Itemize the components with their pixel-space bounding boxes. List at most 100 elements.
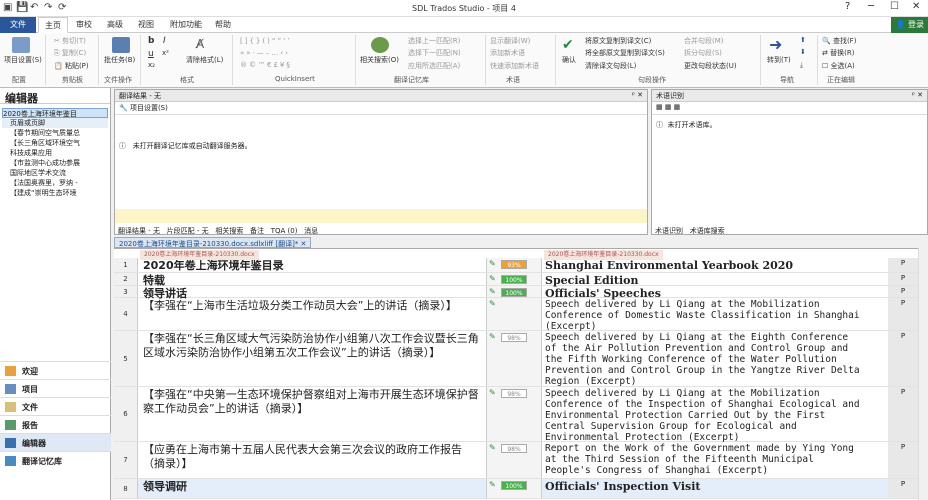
- nav-projects[interactable]: 项目: [0, 379, 111, 397]
- nav-up-icon[interactable]: ⬆: [800, 36, 806, 44]
- segment-row[interactable]: 8 领导调研 ✎ 100% Officials' Inspection Visit P: [114, 479, 918, 499]
- help-icon[interactable]: ?: [845, 1, 850, 12]
- nav-reports[interactable]: 报告: [0, 415, 111, 433]
- segment-row[interactable]: 3 领导讲话 ✎ 100% Officials' Speeches P: [114, 286, 918, 300]
- nav-editor[interactable]: 编辑器: [0, 433, 111, 451]
- tree-item[interactable]: 国际地区学术交流: [2, 168, 108, 178]
- nav-files[interactable]: 文件: [0, 397, 111, 415]
- tab-review[interactable]: 审校: [76, 19, 92, 30]
- target-segment[interactable]: Report on the Work of the Government mad…: [542, 442, 888, 477]
- translated-status-icon: ✎: [489, 287, 496, 296]
- batch-tasks-button[interactable]: 批任务(B): [104, 55, 135, 65]
- copy-button[interactable]: ⎘ 复制(C): [54, 48, 86, 58]
- editor-grid: 1 2020年卷上海环境年鉴目录 ✎ 93% Shanghai Environmenta…: [114, 248, 928, 500]
- term-toolbar-icons[interactable]: ▦ ▦ ▦: [656, 103, 680, 111]
- tab-help[interactable]: 帮助: [215, 19, 231, 30]
- cut-button[interactable]: ✂ 剪切(T): [54, 36, 86, 46]
- tab-term-recognition[interactable]: 术语识别: [655, 227, 683, 235]
- show-translation-button[interactable]: 显示翻译(W): [490, 36, 530, 46]
- next-match-button[interactable]: 选择下一匹配(N): [408, 48, 461, 58]
- document-tab[interactable]: 2020卷上海环境年鉴目录-210330.docx.sdlxliff [翻译]*…: [114, 237, 312, 248]
- tab-file[interactable]: 文件: [0, 17, 36, 33]
- tab-tqa[interactable]: TQA (0): [271, 227, 298, 235]
- tab-translation-results[interactable]: 翻译结果 - 无: [118, 227, 160, 235]
- tree-item[interactable]: 【长三角区域环境空气: [2, 138, 108, 148]
- clear-format-button[interactable]: 清除格式(L): [186, 55, 223, 65]
- source-segment: 【李强在“中央第一生态环境保护督察组对上海市开展生态环境保护督察工作动员会”上的…: [143, 388, 479, 415]
- target-segment[interactable]: Speech delivered by Li Qiang at the Mobi…: [542, 387, 888, 444]
- nav-bottom-icon[interactable]: ⤓: [800, 61, 803, 70]
- replace-button[interactable]: ⇄ 替换(R): [822, 48, 854, 58]
- target-segment[interactable]: Officials' Inspection Visit: [542, 479, 888, 494]
- copy-source-button[interactable]: 将原文复制到译文(C): [585, 36, 651, 46]
- vertical-scrollbar[interactable]: [918, 248, 928, 500]
- split-segment-button[interactable]: 拆分句段(S): [684, 48, 722, 58]
- translation-results-pane: 翻译结果 - 无 ᵖ ✕ 🔧 项目设置(S) ⓘ 未打开翻译记忆库或自动翻译服务器…: [114, 89, 648, 235]
- target-file-header: 2020卷上海环境年鉴目录-210330.docx: [544, 250, 663, 260]
- quickinsert-row3[interactable]: ®©™€£¥§: [240, 61, 292, 69]
- close-icon[interactable]: ✕: [912, 1, 920, 12]
- pin-icon[interactable]: ᵖ ✕: [632, 91, 643, 99]
- subscript-button[interactable]: x₂: [148, 61, 155, 69]
- tm-icon: [5, 456, 16, 466]
- italic-button[interactable]: I: [163, 36, 166, 46]
- tab-messages[interactable]: 消息: [304, 227, 318, 235]
- paste-button[interactable]: 📋 粘贴(P): [54, 61, 89, 71]
- tree-item[interactable]: 科技成果应用: [2, 148, 108, 158]
- tab-comments[interactable]: 备注: [250, 227, 264, 235]
- quickinsert-row1[interactable]: []{}()“”‘’: [240, 37, 292, 45]
- tab-fragment-matches[interactable]: 片段匹配 - 无: [167, 227, 209, 235]
- related-search-button[interactable]: 相关搜索(O): [360, 55, 399, 65]
- tab-view[interactable]: 视图: [138, 19, 154, 30]
- settings-icon[interactable]: 🔧: [119, 104, 128, 112]
- bold-button[interactable]: b: [148, 36, 154, 46]
- segment-row[interactable]: 6 【李强在“中央第一生态环境保护督察组对上海市开展生态环境保护督察工作动员会”上…: [114, 387, 918, 444]
- pane-title: 术语识别: [656, 92, 684, 100]
- target-segment[interactable]: Speech delivered by Li Qiang at the Eigh…: [542, 331, 888, 388]
- tab-advanced[interactable]: 高级: [107, 19, 123, 30]
- segment-row[interactable]: 4 【李强在“上海市生活垃圾分类工作动员大会”上的讲话（摘录）】 ✎ Speech d…: [114, 298, 918, 333]
- tree-item[interactable]: 【春节期间空气质量总: [2, 128, 108, 138]
- target-segment[interactable]: Speech delivered by Li Qiang at the Mobi…: [542, 298, 888, 333]
- add-term-button[interactable]: 添加新术语: [490, 48, 525, 58]
- nav-tm[interactable]: 翻译记忆库: [0, 451, 111, 469]
- quickinsert-row2[interactable]: «»·—–…‹›: [240, 49, 290, 57]
- confirm-icon: ✔: [562, 37, 574, 53]
- nav-down-icon[interactable]: ⬇: [800, 48, 806, 56]
- project-settings-link[interactable]: 项目设置(S): [130, 104, 168, 112]
- login-button[interactable]: 👤 登录: [891, 17, 928, 33]
- segment-row[interactable]: 5 【李强在“长三角区域大气污染防治协作小组第八次工作会议暨长三角区域水污染防治协…: [114, 331, 918, 387]
- tree-item[interactable]: 【市监测中心成功参展: [2, 158, 108, 168]
- target-segment[interactable]: Shanghai Environmental Yearbook 2020: [542, 258, 888, 273]
- segment-row[interactable]: 2 特载 ✎ 100% Special Edition P: [114, 273, 918, 287]
- clear-target-button[interactable]: 清除译文句段(L): [585, 61, 636, 71]
- quick-add-term-button[interactable]: 快速添加新术语: [490, 61, 539, 71]
- project-settings-button[interactable]: 项目设置(S): [4, 55, 42, 65]
- tab-concordance[interactable]: 相关搜索: [215, 227, 243, 235]
- tab-addins[interactable]: 附加功能: [170, 19, 202, 30]
- segment-row[interactable]: 7 【应勇在上海市第十五届人民代表大会第三次会议的政府工作报告（摘录）】 ✎ 98% R…: [114, 442, 918, 479]
- confirm-button[interactable]: 确认: [562, 55, 576, 65]
- apply-match-button[interactable]: 应用所选匹配(A): [408, 61, 460, 71]
- superscript-button[interactable]: x²: [162, 49, 169, 57]
- segment-row[interactable]: 1 2020年卷上海环境年鉴目录 ✎ 93% Shanghai Environmenta…: [114, 258, 918, 273]
- copy-all-source-button[interactable]: 将全部原文复制到译文(S): [585, 48, 665, 58]
- change-status-button[interactable]: 更改句段状态(U): [684, 61, 737, 71]
- tree-item[interactable]: 【法国奥赛里，罗纳 -: [2, 178, 108, 188]
- tab-home[interactable]: 主页: [38, 17, 68, 33]
- tab-termbase-search[interactable]: 术语库搜索: [690, 227, 725, 235]
- login-label: 登录: [908, 20, 924, 29]
- minimize-icon[interactable]: ─: [868, 1, 874, 12]
- merge-segments-button[interactable]: 合并句段(M): [684, 36, 724, 46]
- nav-welcome[interactable]: 欢迎: [0, 361, 111, 379]
- tree-item[interactable]: 2020卷上海环境年鉴目: [2, 108, 108, 118]
- prev-match-button[interactable]: 选择上一匹配(R): [408, 36, 460, 46]
- tree-item[interactable]: 【建成“崇明生态环境: [2, 188, 108, 198]
- goto-button[interactable]: 转到(T): [767, 55, 791, 65]
- pin-icon[interactable]: ᵖ ✕: [912, 91, 923, 99]
- select-all-button[interactable]: ☐ 全选(A): [822, 61, 855, 71]
- find-button[interactable]: 🔍 查找(F): [822, 36, 856, 46]
- underline-button[interactable]: u: [148, 49, 154, 59]
- tree-item[interactable]: 页眉或页脚: [2, 118, 108, 128]
- maximize-icon[interactable]: ☐: [890, 1, 899, 12]
